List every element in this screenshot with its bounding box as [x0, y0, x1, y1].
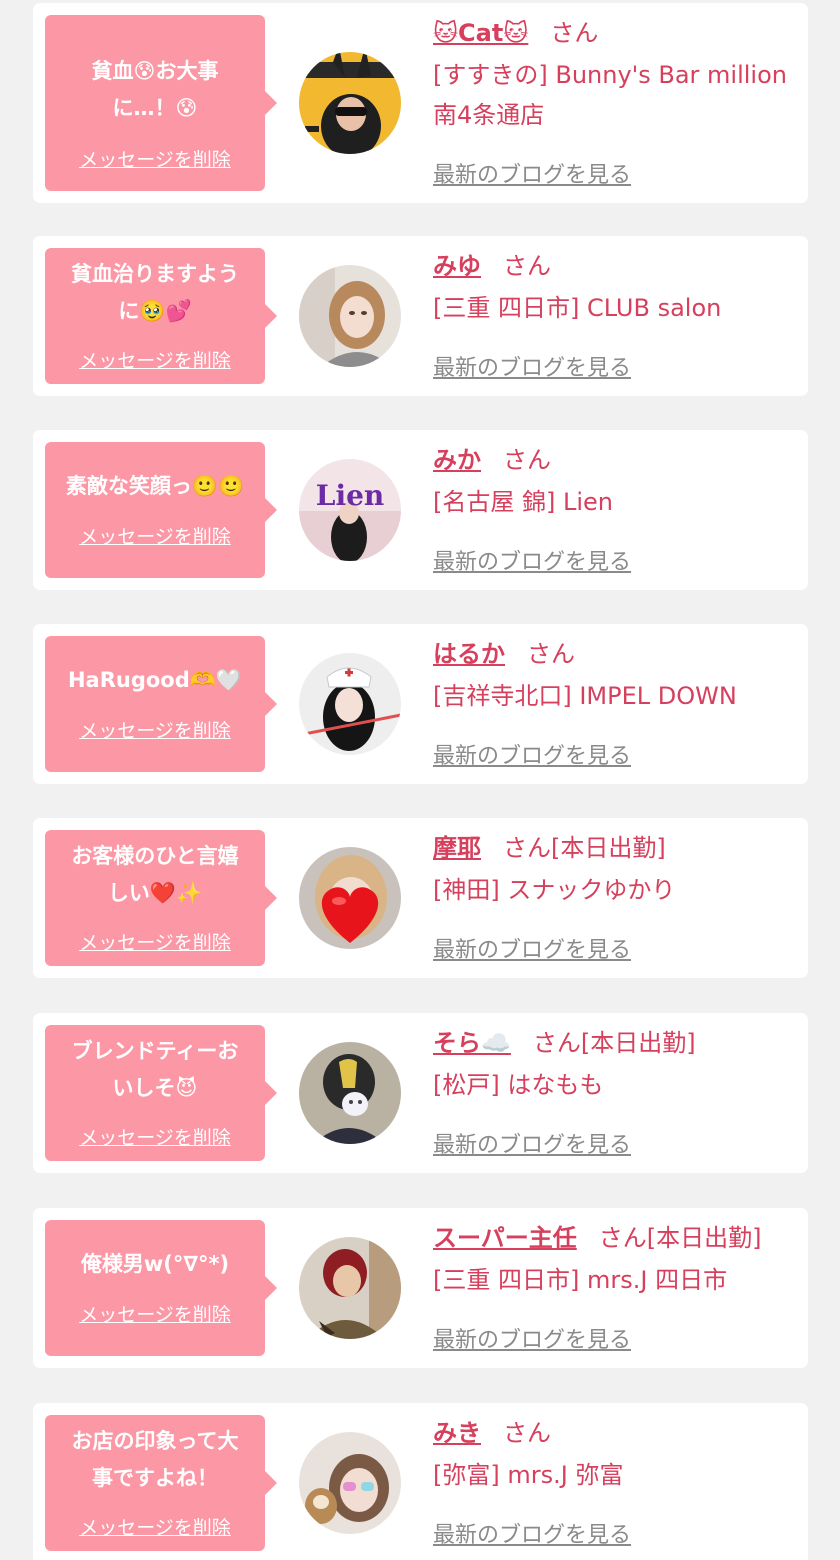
- shop-name: [すすきの] Bunny's Bar million 南4条通店: [433, 61, 787, 129]
- avatar[interactable]: [299, 847, 401, 949]
- message-text: ブレンドティーお いしそ😈: [71, 1039, 239, 1100]
- honorific: さん: [503, 252, 551, 280]
- honorific: さん: [503, 446, 551, 474]
- avatar[interactable]: [299, 265, 401, 367]
- message-text: お客様のひと言嬉 しい❤️✨: [71, 844, 239, 905]
- cast-name-link[interactable]: みゆ: [433, 252, 481, 280]
- list-item: 素敵な笑顔っ🙂🙂 メッセージを削除 Lien みか さん [名古屋 錦] Lien…: [33, 430, 808, 590]
- delete-message-link[interactable]: メッセージを削除: [45, 928, 265, 955]
- name-row: そら☁️ さん[本日出勤]: [433, 1027, 798, 1059]
- shop-info: そら☁️ さん[本日出勤] [松戸] はなもも 最新のブログを見る: [433, 1027, 798, 1158]
- delete-message-link[interactable]: メッセージを削除: [45, 1123, 265, 1150]
- cast-name-link[interactable]: 🐱Cat🐱: [433, 19, 528, 47]
- name-row: 摩耶 さん[本日出勤]: [433, 832, 798, 864]
- delete-message-link[interactable]: メッセージを削除: [45, 1300, 265, 1327]
- avatar[interactable]: [299, 1042, 401, 1144]
- list-item: お客様のひと言嬉 しい❤️✨ メッセージを削除 摩耶 さん[本日出勤] [神田] …: [33, 818, 808, 978]
- message-bubble: 素敵な笑顔っ🙂🙂 メッセージを削除: [45, 442, 277, 578]
- message-text: 俺様男w(°∇°*): [80, 1252, 230, 1276]
- latest-blog-link[interactable]: 最新のブログを見る: [433, 157, 631, 189]
- shop-info: みか さん [名古屋 錦] Lien 最新のブログを見る: [433, 444, 798, 575]
- avatar[interactable]: [299, 52, 401, 154]
- delete-message-link[interactable]: メッセージを削除: [45, 1513, 265, 1540]
- shop-name: [弥富] mrs.J 弥富: [433, 1461, 624, 1489]
- honorific: さん: [503, 1419, 551, 1447]
- delete-message-link[interactable]: メッセージを削除: [45, 346, 265, 373]
- message-bubble: お客様のひと言嬉 しい❤️✨ メッセージを削除: [45, 830, 277, 966]
- shop-info: 🐱Cat🐱 さん [すすきの] Bunny's Bar million 南4条通店…: [433, 17, 798, 188]
- message-bubble: 俺様男w(°∇°*) メッセージを削除: [45, 1220, 277, 1356]
- latest-blog-link[interactable]: 最新のブログを見る: [433, 1517, 631, 1549]
- cast-name-link[interactable]: そら☁️: [433, 1029, 511, 1057]
- list-item: HaRugood🫶🤍 メッセージを削除 はるか さん [吉祥寺北口] IMPEL …: [33, 624, 808, 784]
- honorific: さん[本日出勤]: [503, 834, 666, 862]
- message-bubble: お店の印象って大 事ですよね！ メッセージを削除: [45, 1415, 277, 1551]
- latest-blog-link[interactable]: 最新のブログを見る: [433, 544, 631, 576]
- latest-blog-link[interactable]: 最新のブログを見る: [433, 350, 631, 382]
- message-text: HaRugood🫶🤍: [67, 668, 243, 692]
- avatar-logo-text: Lien: [316, 479, 385, 512]
- list-item: 俺様男w(°∇°*) メッセージを削除 スーパー主任 さん[本日出勤] [三重 四…: [33, 1208, 808, 1368]
- shop-name: [松戸] はなもも: [433, 1071, 604, 1099]
- cast-name-link[interactable]: みき: [433, 1419, 481, 1447]
- delete-message-link[interactable]: メッセージを削除: [45, 522, 265, 549]
- list-item: お店の印象って大 事ですよね！ メッセージを削除 みき さん [弥富] mrs.J…: [33, 1403, 808, 1560]
- cast-name-link[interactable]: みか: [433, 446, 481, 474]
- shop-name: [神田] スナックゆかり: [433, 876, 676, 904]
- message-bubble: HaRugood🫶🤍 メッセージを削除: [45, 636, 277, 772]
- list-item: 貧血治りますよう に🥹💕 メッセージを削除 みゆ さん [三重 四日市] CLUB…: [33, 236, 808, 396]
- avatar[interactable]: [299, 1432, 401, 1534]
- cast-name-link[interactable]: スーパー主任: [433, 1224, 577, 1252]
- list-item: ブレンドティーお いしそ😈 メッセージを削除 そら☁️ さん[本日出勤] [松戸]…: [33, 1013, 808, 1173]
- message-text: 素敵な笑顔っ🙂🙂: [65, 474, 245, 498]
- shop-info: はるか さん [吉祥寺北口] IMPEL DOWN 最新のブログを見る: [433, 638, 798, 769]
- message-bubble: ブレンドティーお いしそ😈 メッセージを削除: [45, 1025, 277, 1161]
- delete-message-link[interactable]: メッセージを削除: [45, 145, 265, 172]
- shop-info: みゆ さん [三重 四日市] CLUB salon 最新のブログを見る: [433, 250, 798, 381]
- message-text: 貧血治りますよう に🥹💕: [71, 262, 239, 323]
- name-row: はるか さん: [433, 638, 798, 670]
- latest-blog-link[interactable]: 最新のブログを見る: [433, 738, 631, 770]
- shop-name: [三重 四日市] CLUB salon: [433, 294, 722, 322]
- latest-blog-link[interactable]: 最新のブログを見る: [433, 932, 631, 964]
- honorific: さん: [527, 640, 575, 668]
- latest-blog-link[interactable]: 最新のブログを見る: [433, 1127, 631, 1159]
- shop-info: みき さん [弥富] mrs.J 弥富 最新のブログを見る: [433, 1417, 798, 1548]
- shop-name: [吉祥寺北口] IMPEL DOWN: [433, 682, 737, 710]
- message-bubble: 貧血治りますよう に🥹💕 メッセージを削除: [45, 248, 277, 384]
- name-row: 🐱Cat🐱 さん: [433, 17, 798, 49]
- message-bubble: 貧血😰お大事 に…！😰 メッセージを削除: [45, 15, 277, 191]
- name-row: みき さん: [433, 1417, 798, 1449]
- delete-message-link[interactable]: メッセージを削除: [45, 716, 265, 743]
- list-item: 貧血😰お大事 に…！😰 メッセージを削除 🐱Cat🐱 さん [すすきの] Bunn…: [33, 3, 808, 203]
- latest-blog-link[interactable]: 最新のブログを見る: [433, 1322, 631, 1354]
- honorific: さん: [550, 19, 599, 47]
- cast-name-link[interactable]: 摩耶: [433, 834, 481, 862]
- shop-info: スーパー主任 さん[本日出勤] [三重 四日市] mrs.J 四日市 最新のブログ…: [433, 1222, 798, 1353]
- message-text: 貧血😰お大事 に…！😰: [91, 59, 219, 120]
- message-text: お店の印象って大 事ですよね！: [71, 1429, 239, 1490]
- shop-info: 摩耶 さん[本日出勤] [神田] スナックゆかり 最新のブログを見る: [433, 832, 798, 963]
- name-row: みゆ さん: [433, 250, 798, 282]
- honorific: さん[本日出勤]: [532, 1029, 696, 1057]
- avatar[interactable]: [299, 653, 401, 755]
- honorific: さん[本日出勤]: [598, 1224, 762, 1252]
- avatar[interactable]: Lien: [299, 459, 401, 561]
- name-row: スーパー主任 さん[本日出勤]: [433, 1222, 798, 1254]
- cast-name-link[interactable]: はるか: [433, 640, 505, 668]
- shop-name: [三重 四日市] mrs.J 四日市: [433, 1266, 728, 1294]
- name-row: みか さん: [433, 444, 798, 476]
- shop-name: [名古屋 錦] Lien: [433, 488, 613, 516]
- avatar[interactable]: [299, 1237, 401, 1339]
